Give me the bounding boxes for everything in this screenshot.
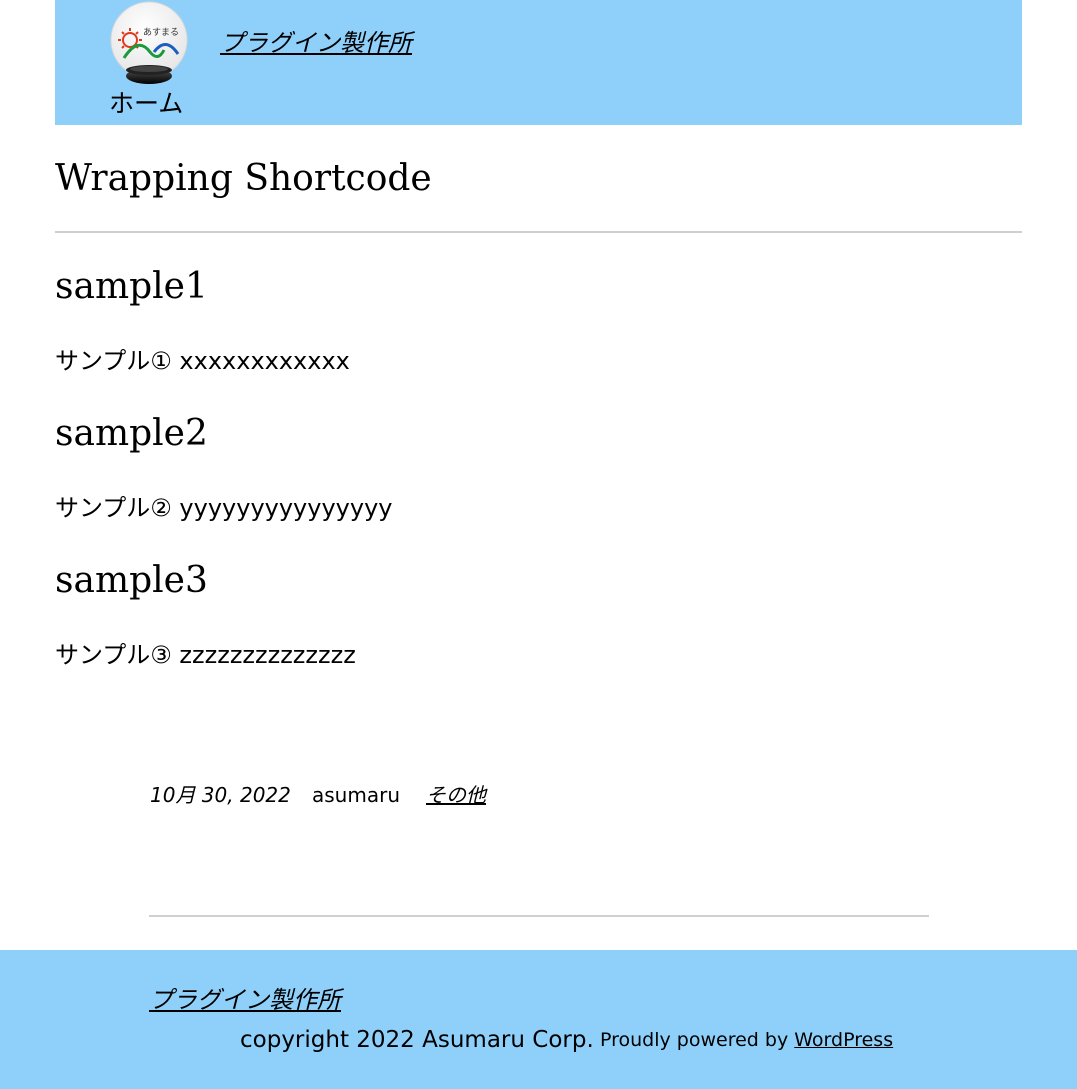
- page-title: Wrapping Shortcode: [55, 158, 432, 199]
- wordpress-link[interactable]: WordPress: [794, 1029, 893, 1051]
- title-divider: [55, 231, 1022, 233]
- section-text-sample2: サンプル② yyyyyyyyyyyyyyy: [55, 494, 393, 522]
- logo-text: あすまる: [143, 28, 180, 38]
- post-author: asumaru: [312, 783, 400, 807]
- post-category-link[interactable]: その他: [426, 780, 486, 810]
- section-heading-sample2: sample2: [55, 413, 208, 454]
- content-divider: [149, 915, 929, 917]
- site-footer: プラグイン製作所 copyright 2022 Asumaru Corp. Pr…: [0, 950, 1077, 1089]
- post-date: 10月 30, 2022: [150, 783, 291, 807]
- powered-by-prefix: Proudly powered by: [600, 1029, 795, 1051]
- asumaru-sun-logo-icon: [110, 1, 188, 84]
- section-text-sample1: サンプル① xxxxxxxxxxxx: [55, 347, 350, 375]
- site-title-link[interactable]: プラグイン製作所: [220, 26, 412, 60]
- section-text-sample3: サンプル③ zzzzzzzzzzzzzz: [55, 641, 356, 669]
- site-header: あすまる ホーム プラグイン製作所: [55, 0, 1022, 125]
- section-heading-sample1: sample1: [55, 266, 208, 307]
- copyright-text: copyright 2022 Asumaru Corp.: [240, 1027, 594, 1053]
- section-heading-sample3: sample3: [55, 560, 208, 601]
- footer-site-title-link[interactable]: プラグイン製作所: [149, 984, 341, 1016]
- site-logo[interactable]: あすまる: [110, 0, 188, 90]
- home-link[interactable]: ホーム: [109, 86, 183, 122]
- powered-by: Proudly powered by WordPress: [600, 1026, 893, 1054]
